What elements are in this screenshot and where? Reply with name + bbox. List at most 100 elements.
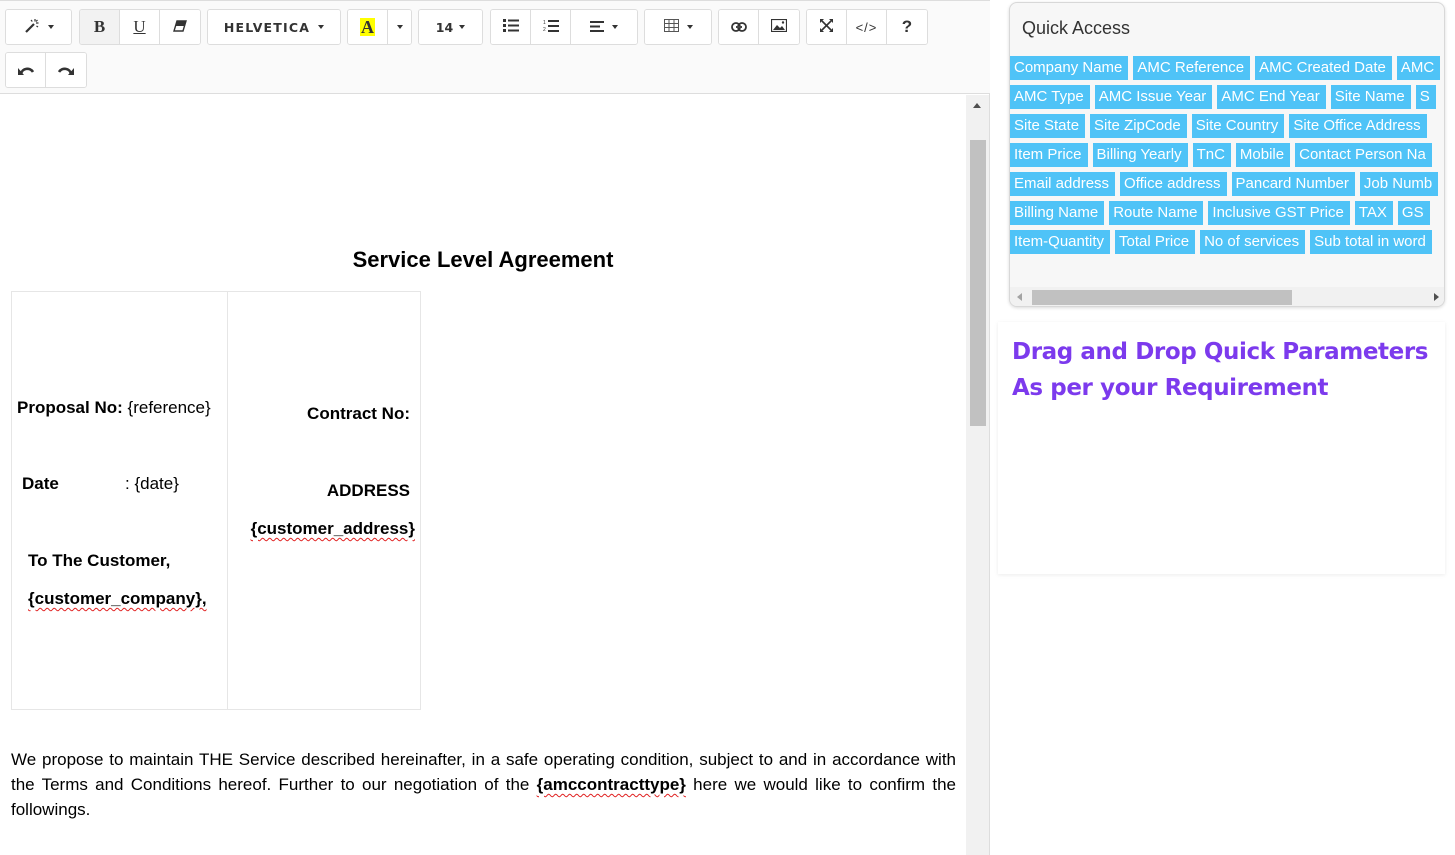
quick-access-tag[interactable]: AMC Type <box>1010 85 1090 109</box>
editor-vertical-scrollbar[interactable] <box>966 95 989 855</box>
quick-access-tag[interactable]: No of services <box>1200 230 1306 254</box>
quick-access-panel: Quick Access Company Name AMC Reference AM… <box>1009 2 1445 307</box>
quick-access-tag[interactable]: Item-Quantity <box>1010 230 1111 254</box>
help-button[interactable]: ? <box>887 10 927 44</box>
header-table[interactable]: Proposal No: {reference} Contract No: Da… <box>11 291 421 710</box>
link-icon <box>730 20 747 35</box>
table-icon <box>663 19 679 35</box>
paragraph-align-dropdown[interactable] <box>571 10 637 44</box>
quick-access-tag[interactable]: Sub total in word <box>1310 230 1432 254</box>
svg-text:1: 1 <box>543 20 546 26</box>
address-value: {customer_address} <box>250 519 415 538</box>
quick-access-tag[interactable]: Mobile <box>1235 143 1291 167</box>
quick-access-tag[interactable]: S <box>1415 85 1436 109</box>
font-size-group: 14 <box>418 9 483 45</box>
fullscreen-button[interactable] <box>807 10 847 44</box>
quick-access-tag[interactable]: TAX <box>1354 201 1393 225</box>
quick-access-row: Company Name AMC Reference AMC Created Dat… <box>1010 56 1444 80</box>
table-group <box>644 9 712 45</box>
font-family-dropdown[interactable]: HELVETICA <box>208 10 340 44</box>
promo-text: Drag and Drop Quick Parameters As per yo… <box>1012 334 1428 406</box>
font-family-value: HELVETICA <box>223 19 311 35</box>
scroll-right-icon[interactable] <box>1434 293 1439 301</box>
quick-access-tag[interactable]: Inclusive GST Price <box>1208 201 1350 225</box>
font-size-value: 14 <box>435 19 454 35</box>
editor-content[interactable]: Service Level Agreement Proposal No: {re… <box>0 95 966 855</box>
quick-access-tag[interactable]: Job Numb <box>1359 172 1439 196</box>
customer-company-value: {customer_company}, <box>28 589 207 608</box>
undo-button[interactable] <box>6 53 46 87</box>
font-style-group: B U <box>79 9 201 45</box>
ordered-list-icon: 12 <box>543 19 559 36</box>
redo-button[interactable] <box>46 53 86 87</box>
quick-access-tag[interactable]: Contact Person Na <box>1295 143 1432 167</box>
quick-access-tag[interactable]: Item Price <box>1010 143 1088 167</box>
align-icon <box>590 20 604 35</box>
quick-access-row: Site State Site ZipCode Site Country Site O… <box>1010 114 1432 138</box>
font-family-group: HELVETICA <box>207 9 341 45</box>
proposal-line: Proposal No: {reference} <box>17 398 211 418</box>
underline-label: U <box>133 17 146 36</box>
table-dropdown[interactable] <box>645 10 711 44</box>
quick-access-horizontal-scrollbar[interactable] <box>1010 287 1444 306</box>
chevron-down-icon <box>686 25 693 29</box>
bold-label: B <box>93 17 106 36</box>
quick-access-tag[interactable]: Office address <box>1120 172 1227 196</box>
font-size-dropdown[interactable]: 14 <box>419 10 482 44</box>
code-view-button[interactable]: </> <box>847 10 887 44</box>
color-group: A <box>347 9 412 45</box>
quick-access-tag[interactable]: Site Name <box>1330 85 1411 109</box>
code-view-icon: </> <box>855 19 878 35</box>
clear-format-button[interactable] <box>160 10 200 44</box>
quick-access-tag[interactable]: Pancard Number <box>1231 172 1355 196</box>
insert-link-button[interactable] <box>719 10 759 44</box>
quick-access-tag[interactable]: Total Price <box>1115 230 1196 254</box>
quick-access-title: Quick Access <box>1022 18 1131 38</box>
quick-access-tag[interactable]: Site Office Address <box>1289 114 1427 138</box>
scroll-up-icon[interactable] <box>973 103 981 108</box>
insert-picture-button[interactable] <box>759 10 799 44</box>
quick-access-tag[interactable]: AMC Issue Year <box>1094 85 1213 109</box>
quick-access-tag[interactable]: GS <box>1397 201 1430 225</box>
unordered-list-icon <box>502 19 519 35</box>
contract-label: Contract No: <box>307 404 410 423</box>
underline-button[interactable]: U <box>120 10 160 44</box>
date-value: : {date} <box>125 474 179 493</box>
quick-access-tag[interactable]: Site State <box>1010 114 1086 138</box>
quick-access-tag[interactable]: AMC Reference <box>1133 56 1251 80</box>
contract-type-placeholder: {amccontracttype} <box>536 775 686 794</box>
quick-access-tag[interactable]: Site ZipCode <box>1090 114 1187 138</box>
quick-access-tag[interactable]: Site Country <box>1191 114 1285 138</box>
quick-access-row: AMC Type AMC Issue Year AMC End Year Site N… <box>1010 85 1441 109</box>
quick-access-tag[interactable]: TnC <box>1192 143 1231 167</box>
quick-access-row: Billing Name Route Name Inclusive GST Pric… <box>1010 201 1435 225</box>
style-dropdown-button[interactable] <box>6 10 71 44</box>
document-title: Service Level Agreement <box>352 247 614 272</box>
unordered-list-button[interactable] <box>491 10 531 44</box>
scrollbar-thumb[interactable] <box>970 140 986 426</box>
quick-access-tag[interactable]: Billing Name <box>1010 201 1105 225</box>
help-icon: ? <box>901 17 913 36</box>
quick-access-tag[interactable]: Email address <box>1010 172 1116 196</box>
quick-access-tag[interactable]: Route Name <box>1109 201 1204 225</box>
quick-access-tag[interactable]: AMC <box>1396 56 1441 80</box>
highlight-a-icon: A <box>360 17 375 37</box>
scrollbar-thumb[interactable] <box>1032 290 1292 305</box>
highlight-color-button[interactable]: A <box>348 10 388 44</box>
quick-access-tag[interactable]: AMC End Year <box>1217 85 1326 109</box>
color-dropdown-button[interactable] <box>388 10 411 44</box>
proposal-value: {reference} <box>122 398 211 417</box>
quick-access-tag[interactable]: Billing Yearly <box>1092 143 1188 167</box>
chevron-down-icon <box>612 25 618 29</box>
quick-access-row: Item Price Billing Yearly TnC Mobile Contact… <box>1010 143 1437 167</box>
quick-access-tag[interactable]: AMC Created Date <box>1255 56 1392 80</box>
quick-access-tag[interactable]: Company Name <box>1010 56 1129 80</box>
address-label: ADDRESS <box>326 481 410 500</box>
undo-icon <box>17 63 34 78</box>
promo-card: Drag and Drop Quick Parameters As per yo… <box>998 322 1445 574</box>
bold-button[interactable]: B <box>80 10 120 44</box>
scroll-left-icon[interactable] <box>1017 293 1022 301</box>
chevron-down-icon <box>318 25 325 29</box>
ordered-list-button[interactable]: 12 <box>531 10 571 44</box>
chevron-down-icon <box>47 25 54 29</box>
